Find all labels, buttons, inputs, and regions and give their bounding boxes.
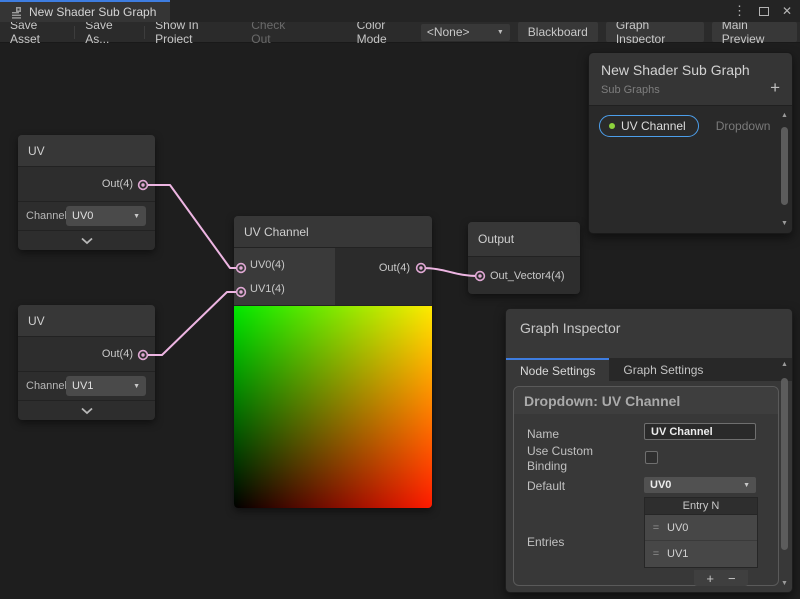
graph-inspector-panel[interactable]: Graph Inspector Node Settings Graph Sett… (505, 308, 793, 593)
uv-gradient-preview (234, 306, 432, 508)
show-in-project-button[interactable]: Show In Project (145, 22, 241, 43)
collapse-preview-button[interactable] (18, 401, 155, 420)
dropdown-settings-section: Dropdown: UV Channel Name UV Channel Use… (513, 386, 779, 586)
chevron-down-icon: ▼ (743, 482, 750, 489)
save-as-button[interactable]: Save As... (75, 22, 144, 43)
collapse-preview-button[interactable] (18, 231, 155, 250)
graph-canvas[interactable]: UV Out(4) Channel UV0 ▼ UV Out(4) Channe… (0, 43, 800, 599)
chevron-down-icon: ▼ (133, 213, 140, 220)
entries-header: Entry N (645, 498, 757, 515)
inspector-body: Dropdown: UV Channel Name UV Channel Use… (506, 381, 792, 590)
property-type-label: Dropdown (716, 119, 771, 133)
check-out-button: Check Out (241, 22, 312, 43)
property-name: UV Channel (621, 119, 686, 133)
scrollbar-thumb[interactable] (781, 127, 788, 205)
output-node[interactable]: Output Out_Vector4(4) (468, 222, 580, 294)
inspector-scrollbar[interactable]: ▲ ▼ (779, 360, 790, 589)
port-label-uv1: UV1(4) (250, 283, 285, 295)
scrollbar-thumb[interactable] (781, 378, 788, 550)
default-dropdown[interactable]: UV0 ▼ (644, 477, 756, 493)
edge-uvb-to-uv1[interactable] (143, 292, 241, 355)
name-label: Name (527, 427, 559, 441)
blackboard-row[interactable]: UV Channel Dropdown (599, 115, 782, 137)
blackboard-title: New Shader Sub Graph (601, 62, 780, 78)
uv-node-b[interactable]: UV Out(4) Channel UV1 ▼ (18, 305, 155, 420)
edge-uva-to-uv0[interactable] (143, 185, 241, 268)
default-label: Default (527, 479, 565, 493)
scroll-up-icon[interactable]: ▲ (781, 111, 788, 121)
chevron-down-icon: ▼ (497, 29, 504, 36)
blackboard-toggle-button[interactable]: Blackboard (518, 22, 598, 42)
uv-channel-dropdown[interactable]: UV1 ▼ (66, 376, 146, 396)
add-property-button[interactable]: + (770, 79, 780, 96)
section-title: Dropdown: UV Channel (514, 387, 778, 414)
scroll-down-icon[interactable]: ▼ (781, 219, 788, 229)
subgraph-asset-icon (10, 6, 23, 19)
blackboard-scrollbar[interactable]: ▲ ▼ (779, 111, 790, 229)
entries-footer: + − (694, 570, 748, 586)
uv-channel-dropdown[interactable]: UV0 ▼ (66, 206, 146, 226)
entries-label: Entries (527, 535, 564, 549)
scroll-down-icon[interactable]: ▼ (781, 579, 788, 589)
color-mode-dropdown[interactable]: <None> ▼ (421, 24, 510, 41)
scrollbar-track[interactable] (780, 370, 789, 579)
blackboard-header: New Shader Sub Graph Sub Graphs + (589, 53, 792, 106)
title-bar: New Shader Sub Graph ⋮ ✕ (0, 0, 800, 22)
inspector-tabs: Node Settings Graph Settings (506, 358, 792, 381)
node-title[interactable]: UV (18, 305, 155, 337)
channel-label: Channel (26, 210, 66, 222)
entries-list[interactable]: Entry N = UV0 = UV1 (644, 497, 758, 568)
exposed-dot-icon (609, 123, 615, 129)
entry-label: UV1 (667, 548, 688, 560)
node-title[interactable]: UV Channel (234, 216, 432, 248)
blackboard-subtitle: Sub Graphs (601, 84, 780, 96)
add-entry-button[interactable]: + (706, 572, 714, 585)
node-title[interactable]: UV (18, 135, 155, 167)
inspector-title: Graph Inspector (506, 309, 792, 358)
use-custom-binding-label: Use Custom Binding (527, 444, 619, 474)
window-menu-icon[interactable]: ⋮ (733, 3, 746, 19)
drag-handle-icon[interactable]: = (645, 522, 667, 534)
save-asset-button[interactable]: Save Asset (0, 22, 74, 43)
document-tab[interactable]: New Shader Sub Graph (0, 0, 170, 22)
tab-node-settings[interactable]: Node Settings (506, 358, 609, 381)
port-label-out: Out(4) (379, 262, 410, 274)
scroll-up-icon[interactable]: ▲ (781, 360, 788, 370)
scrollbar-track[interactable] (780, 121, 789, 219)
node-title[interactable]: Output (468, 222, 580, 257)
channel-value: UV1 (72, 380, 93, 392)
drag-handle-icon[interactable]: = (645, 548, 667, 560)
port-label-uv0: UV0(4) (250, 259, 285, 271)
tab-title: New Shader Sub Graph (29, 5, 156, 19)
toolbar: Save Asset Save As... Show In Project Ch… (0, 22, 800, 43)
chevron-down-icon (80, 237, 94, 245)
name-value: UV Channel (651, 426, 713, 438)
chevron-down-icon: ▼ (133, 383, 140, 390)
entry-row-uv1[interactable]: = UV1 (645, 541, 757, 567)
port-label-out: Out(4) (102, 348, 133, 360)
channel-label: Channel (26, 380, 66, 392)
blackboard-panel[interactable]: New Shader Sub Graph Sub Graphs + UV Cha… (588, 52, 793, 234)
maximize-icon[interactable] (759, 7, 769, 16)
port-label-out: Out(4) (102, 178, 133, 190)
chevron-down-icon (80, 407, 94, 415)
port-label-out-vector4: Out_Vector4(4) (490, 270, 565, 282)
color-mode-label: Color Mode (349, 18, 421, 46)
close-icon[interactable]: ✕ (782, 4, 792, 18)
tab-graph-settings[interactable]: Graph Settings (609, 358, 717, 381)
main-preview-toggle-button[interactable]: Main Preview (712, 22, 797, 42)
color-mode-value: <None> (427, 25, 470, 39)
use-custom-binding-checkbox[interactable] (645, 451, 658, 464)
graph-inspector-toggle-button[interactable]: Graph Inspector (606, 22, 704, 42)
property-pill-uv-channel[interactable]: UV Channel (599, 115, 699, 137)
channel-value: UV0 (72, 210, 93, 222)
entry-label: UV0 (667, 522, 688, 534)
entry-row-uv0[interactable]: = UV0 (645, 515, 757, 541)
uv-node-a[interactable]: UV Out(4) Channel UV0 ▼ (18, 135, 155, 250)
uv-channel-node[interactable]: UV Channel UV0(4) UV1(4) Out(4) (234, 216, 432, 508)
name-field[interactable]: UV Channel (644, 423, 756, 440)
remove-entry-button[interactable]: − (728, 572, 736, 585)
default-value: UV0 (650, 479, 671, 491)
